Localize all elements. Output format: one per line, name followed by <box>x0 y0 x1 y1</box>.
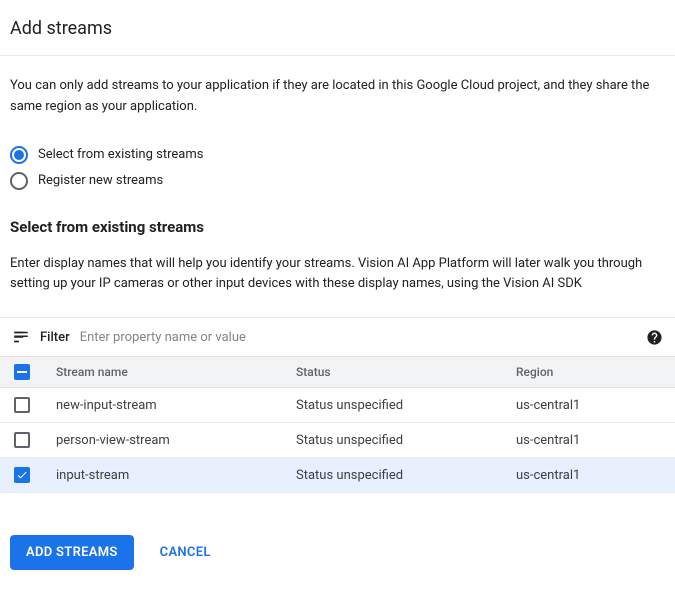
intro-text: You can only add streams to your applica… <box>10 76 665 118</box>
table-header-row: Stream name Status Region <box>0 357 675 388</box>
section-description: Enter display names that will help you i… <box>10 254 665 296</box>
dialog-actions: ADD STREAMS CANCEL <box>0 513 675 590</box>
cell-region: us-central1 <box>504 423 675 458</box>
radio-unselected-icon <box>10 172 28 190</box>
column-header-status[interactable]: Status <box>284 357 504 388</box>
column-header-name[interactable]: Stream name <box>44 357 284 388</box>
cell-stream-name: person-view-stream <box>44 423 284 458</box>
section-title: Select from existing streams <box>10 218 665 236</box>
filter-bar: Filter <box>0 317 675 356</box>
radio-label-existing: Select from existing streams <box>38 147 203 162</box>
dialog-body: You can only add streams to your applica… <box>0 56 675 295</box>
filter-icon <box>12 328 30 346</box>
filter-label: Filter <box>40 330 70 345</box>
cancel-button[interactable]: CANCEL <box>160 545 211 560</box>
cell-region: us-central1 <box>504 458 675 493</box>
stream-source-radio-group: Select from existing streams Register ne… <box>10 142 665 194</box>
add-streams-button[interactable]: ADD STREAMS <box>10 535 134 570</box>
cell-stream-name: input-stream <box>44 458 284 493</box>
table-row[interactable]: new-input-stream Status unspecified us-c… <box>0 388 675 423</box>
cell-region: us-central1 <box>504 388 675 423</box>
cell-stream-name: new-input-stream <box>44 388 284 423</box>
column-header-region[interactable]: Region <box>504 357 675 388</box>
table-row[interactable]: person-view-stream Status unspecified us… <box>0 423 675 458</box>
table-row[interactable]: input-stream Status unspecified us-centr… <box>0 458 675 493</box>
streams-table: Stream name Status Region new-input-stre… <box>0 356 675 493</box>
dialog-header: Add streams <box>0 0 675 56</box>
radio-register-new[interactable]: Register new streams <box>10 168 665 194</box>
row-checkbox[interactable] <box>14 467 30 483</box>
streams-table-wrapper: Filter Stream name Status Region new-inp… <box>0 317 675 513</box>
radio-label-register: Register new streams <box>38 173 163 188</box>
row-checkbox[interactable] <box>14 432 30 448</box>
radio-select-existing[interactable]: Select from existing streams <box>10 142 665 168</box>
dialog-title: Add streams <box>10 18 665 39</box>
cell-status: Status unspecified <box>284 423 504 458</box>
row-checkbox[interactable] <box>14 397 30 413</box>
cell-status: Status unspecified <box>284 458 504 493</box>
radio-selected-icon <box>10 146 28 164</box>
cell-status: Status unspecified <box>284 388 504 423</box>
select-all-checkbox[interactable] <box>14 364 30 380</box>
help-icon[interactable] <box>645 328 663 346</box>
filter-input[interactable] <box>80 330 635 345</box>
